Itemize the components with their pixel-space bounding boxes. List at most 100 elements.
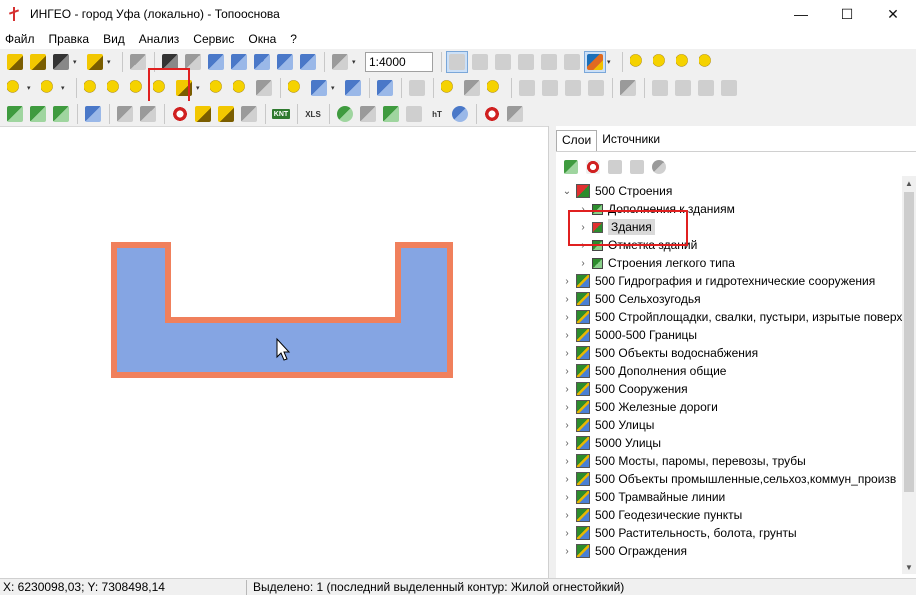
menu-service[interactable]: Сервис <box>186 32 241 46</box>
chevron-right-icon[interactable]: › <box>560 474 574 485</box>
new-contour-button[interactable] <box>38 77 60 99</box>
layer-extent-button[interactable] <box>626 158 648 176</box>
tab-layers[interactable]: Слои <box>556 130 598 152</box>
chevron-right-icon[interactable]: › <box>560 546 574 557</box>
chevron-right-icon[interactable]: › <box>560 420 574 431</box>
tree-node-group[interactable]: › 500 Растительность, болота, грунты <box>560 524 797 542</box>
tree-node-group[interactable]: › 500 Трамвайные линии <box>560 488 725 506</box>
annotation-button[interactable] <box>238 103 260 125</box>
xls-export-button[interactable]: XLS <box>302 103 324 125</box>
split-button[interactable] <box>207 77 229 99</box>
scale-input[interactable]: 1:4000 <box>365 52 433 72</box>
style-button[interactable] <box>584 51 606 73</box>
zoom-window-button[interactable] <box>205 51 227 73</box>
label-button[interactable] <box>215 103 237 125</box>
chevron-right-icon[interactable]: › <box>560 456 574 467</box>
menu-file[interactable]: Файл <box>0 32 42 46</box>
xor-button[interactable] <box>585 77 607 99</box>
print-button[interactable] <box>127 51 149 73</box>
topology-button-3[interactable] <box>50 103 72 125</box>
edit-points-button[interactable] <box>81 77 103 99</box>
union-button[interactable] <box>516 77 538 99</box>
menu-edit[interactable]: Правка <box>42 32 97 46</box>
join-button[interactable] <box>230 77 252 99</box>
tree-node-group[interactable]: › 500 Улицы <box>560 416 654 434</box>
chevron-right-icon[interactable]: › <box>560 438 574 449</box>
height-button[interactable]: hT <box>426 103 448 125</box>
chevron-right-icon[interactable]: › <box>560 330 574 341</box>
chevron-down-icon[interactable]: ▾ <box>607 58 615 66</box>
tree-node-group[interactable]: › 5000-500 Границы <box>560 326 697 344</box>
add-point-button[interactable] <box>127 77 149 99</box>
chevron-right-icon[interactable]: › <box>560 384 574 395</box>
chevron-down-icon[interactable]: ▾ <box>196 84 204 92</box>
navigate-button[interactable] <box>380 103 402 125</box>
measure-button[interactable] <box>438 77 460 99</box>
layer-properties-button[interactable] <box>604 158 626 176</box>
tree-node-group[interactable]: › 500 Мосты, паромы, перевозы, трубы <box>560 452 806 470</box>
move-points-button[interactable] <box>104 77 126 99</box>
offset-button[interactable] <box>484 77 506 99</box>
help-button[interactable] <box>449 103 471 125</box>
chevron-down-icon[interactable]: ▾ <box>27 84 35 92</box>
extension-button[interactable] <box>504 103 526 125</box>
chevron-right-icon[interactable]: › <box>576 258 590 269</box>
undo-button[interactable] <box>374 77 396 99</box>
tree-node-group[interactable]: › 500 Гидрография и гидротехнические соо… <box>560 272 875 290</box>
zoom-previous-button[interactable] <box>297 51 319 73</box>
subtract-button[interactable] <box>562 77 584 99</box>
prohibit-button[interactable] <box>169 103 191 125</box>
chevron-down-icon[interactable]: ▾ <box>352 58 360 66</box>
direction-button[interactable] <box>403 103 425 125</box>
scrollbar-thumb[interactable] <box>904 192 914 492</box>
add-layer-button[interactable] <box>560 158 582 176</box>
chevron-down-icon[interactable]: ▾ <box>61 84 69 92</box>
tree-node-layer[interactable]: › Строения легкого типа <box>576 254 735 272</box>
scale-button[interactable] <box>329 51 351 73</box>
chevron-right-icon[interactable]: › <box>560 348 574 359</box>
search-button[interactable] <box>84 51 106 73</box>
select-query-button[interactable] <box>469 51 491 73</box>
menu-view[interactable]: Вид <box>96 32 132 46</box>
tree-node-group[interactable]: › 500 Ограждения <box>560 542 687 560</box>
layers-button[interactable] <box>50 51 72 73</box>
table-button[interactable] <box>308 77 330 99</box>
frame-button[interactable] <box>461 77 483 99</box>
zoom-extent-button[interactable] <box>274 51 296 73</box>
find-button[interactable] <box>82 103 104 125</box>
maximize-button[interactable]: ☐ <box>824 0 870 28</box>
attributes-button[interactable] <box>285 77 307 99</box>
zoom-in-button[interactable] <box>228 51 250 73</box>
remove-layer-button[interactable] <box>582 158 604 176</box>
close-button[interactable]: ✕ <box>870 0 916 28</box>
plugin-button[interactable] <box>481 103 503 125</box>
tab-sources[interactable]: Источники <box>597 130 665 152</box>
tree-scrollbar[interactable]: ▲ ▼ <box>902 176 916 574</box>
open-map-button[interactable] <box>4 51 26 73</box>
layer-settings-button[interactable] <box>648 158 670 176</box>
disabled-tool-2[interactable] <box>672 77 694 99</box>
snap-cross-button[interactable] <box>673 51 695 73</box>
home-button[interactable] <box>357 103 379 125</box>
hatch-button[interactable] <box>617 77 639 99</box>
select-circle-button[interactable] <box>515 51 537 73</box>
topology-button-2[interactable] <box>27 103 49 125</box>
zoom-out-button[interactable] <box>251 51 273 73</box>
disabled-tool-4[interactable] <box>718 77 740 99</box>
snap-center-button[interactable] <box>696 51 718 73</box>
chevron-right-icon[interactable]: › <box>560 510 574 521</box>
info-query-button[interactable] <box>406 77 428 99</box>
tree-node-group[interactable]: › 500 Геодезические пункты <box>560 506 742 524</box>
tree-node-group[interactable]: › 500 Стройплощадки, свалки, пустыри, из… <box>560 308 902 326</box>
scroll-down-icon[interactable]: ▼ <box>902 560 916 574</box>
legend-button[interactable] <box>192 103 214 125</box>
select-pointer-button[interactable] <box>446 51 468 73</box>
disabled-tool-1[interactable] <box>649 77 671 99</box>
map-canvas[interactable] <box>0 126 548 578</box>
tree-node-group[interactable]: › 5000 Улицы <box>560 434 661 452</box>
chevron-right-icon[interactable]: › <box>560 528 574 539</box>
chevron-down-icon[interactable]: ▾ <box>73 58 81 66</box>
chevron-right-icon[interactable]: › <box>560 402 574 413</box>
chevron-right-icon[interactable]: › <box>560 276 574 287</box>
menu-help[interactable]: ? <box>283 32 304 46</box>
